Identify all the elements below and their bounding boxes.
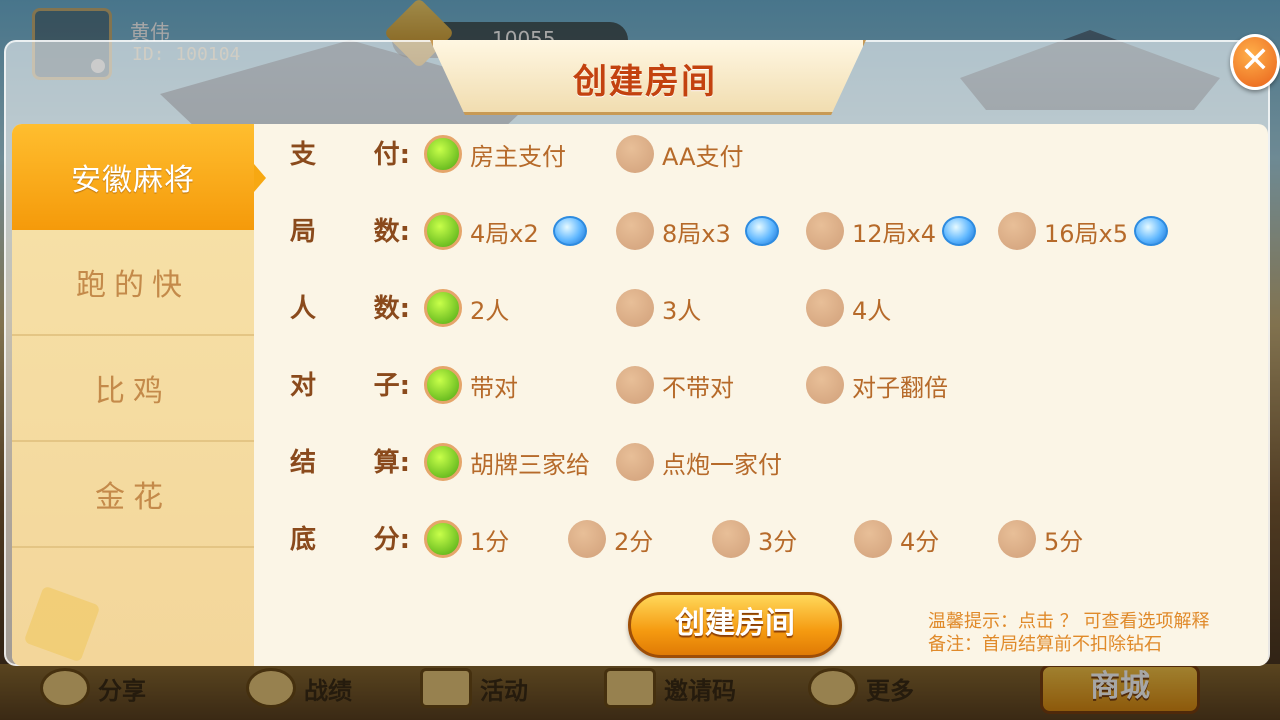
diamond-icon	[942, 216, 977, 246]
option-radio[interactable]: AA支付	[616, 132, 744, 176]
radio-selected	[424, 135, 462, 173]
label-char: 数:	[373, 217, 410, 247]
note-line: 备注：首局结算前不扣除钻石	[928, 634, 1162, 655]
option-row-rounds: 局 数: 4局x2 8局x3 12局x4 16局x5	[254, 201, 1268, 261]
label-char: 结	[290, 448, 317, 478]
sidebar-decoration	[23, 585, 101, 663]
radio-unselected	[616, 366, 654, 404]
radio-unselected	[998, 520, 1036, 558]
option-text: AA支付	[662, 142, 744, 171]
tips-text: 温馨提示：点击 ？ 可查看选项解释 备注：首局结算前不扣除钻石	[928, 610, 1209, 656]
radio-selected	[424, 443, 462, 481]
radio-unselected	[616, 212, 654, 250]
dialog-title: 创建房间	[573, 62, 717, 102]
option-radio[interactable]: 8局x3	[616, 209, 779, 253]
option-label: 局 数:	[290, 211, 410, 248]
option-row-base-score: 底 分: 1分 2分 3分 4分 5分	[254, 509, 1268, 569]
tip-line: 温馨提示：点击 ？ 可查看选项解释	[928, 611, 1210, 632]
tab-paodekuai[interactable]: 跑的快	[12, 230, 254, 336]
option-radio[interactable]: 4局x2	[424, 209, 587, 253]
option-radio[interactable]: 3分	[712, 517, 797, 561]
diamond-icon	[744, 216, 779, 246]
option-text: 1分	[470, 527, 510, 556]
option-text: 胡牌三家给	[470, 450, 590, 479]
option-row-payment: 支 付: 房主支付 AA支付	[254, 124, 1268, 184]
radio-selected	[424, 520, 462, 558]
tab-jinhua[interactable]: 金花	[12, 442, 254, 548]
radio-unselected	[568, 520, 606, 558]
option-text: 点炮一家付	[662, 450, 782, 479]
option-label: 底 分:	[290, 519, 410, 556]
label-char: 付:	[373, 140, 410, 170]
radio-unselected	[616, 289, 654, 327]
radio-unselected	[616, 135, 654, 173]
label-char: 数:	[373, 294, 410, 324]
label-char: 分:	[373, 525, 410, 555]
dialog-panel: 安徽麻将 跑的快 比鸡 金花 支付: 房主支付 AA支付 局数: 4局x2 8局…	[12, 124, 1268, 666]
label-char: 子:	[373, 371, 410, 401]
option-row-players: 人 数: 2人 3人 4人	[254, 278, 1268, 338]
option-radio[interactable]: 2分	[568, 517, 653, 561]
tab-anhui-mahjong[interactable]: 安徽麻将	[12, 124, 266, 230]
option-text: 带对	[470, 373, 518, 402]
option-radio[interactable]: 房主支付	[424, 132, 566, 176]
option-text: 16局x5	[1044, 219, 1129, 248]
tab-biji[interactable]: 比鸡	[12, 336, 254, 442]
label-char: 对	[290, 371, 317, 401]
option-radio[interactable]: 胡牌三家给	[424, 440, 590, 484]
options-area: 支付: 房主支付 AA支付 局数: 4局x2 8局x3 12局x4 16局x5 …	[254, 124, 1268, 666]
option-radio[interactable]: 4分	[854, 517, 939, 561]
option-row-settlement: 结 算: 胡牌三家给 点炮一家付	[254, 432, 1268, 492]
radio-unselected	[854, 520, 892, 558]
radio-selected	[424, 366, 462, 404]
option-radio[interactable]: 5分	[998, 517, 1083, 561]
option-text: 5分	[1044, 527, 1084, 556]
create-room-button[interactable]: 创建房间	[628, 592, 842, 658]
option-radio[interactable]: 不带对	[616, 363, 734, 407]
radio-unselected	[806, 366, 844, 404]
close-button[interactable]: ✕	[1230, 34, 1280, 90]
radio-unselected	[806, 289, 844, 327]
option-radio[interactable]: 12局x4	[806, 209, 977, 253]
radio-unselected	[712, 520, 750, 558]
label-char: 局	[290, 217, 317, 247]
option-text: 2分	[614, 527, 654, 556]
option-text: 4局x2	[470, 219, 539, 248]
option-label: 对 子:	[290, 365, 410, 402]
game-type-sidebar: 安徽麻将 跑的快 比鸡 金花	[12, 124, 266, 666]
option-text: 4人	[852, 296, 892, 325]
option-text: 不带对	[662, 373, 734, 402]
option-radio[interactable]: 带对	[424, 363, 518, 407]
option-radio[interactable]: 4人	[806, 286, 891, 330]
option-radio[interactable]: 3人	[616, 286, 701, 330]
option-text: 4分	[900, 527, 940, 556]
option-text: 8局x3	[662, 219, 731, 248]
option-text: 3分	[758, 527, 798, 556]
option-radio[interactable]: 点炮一家付	[616, 440, 782, 484]
option-text: 2人	[470, 296, 510, 325]
option-label: 人 数:	[290, 288, 410, 325]
option-label: 支 付:	[290, 134, 410, 171]
label-char: 人	[290, 294, 317, 324]
option-radio[interactable]: 16局x5	[998, 209, 1169, 253]
radio-unselected	[998, 212, 1036, 250]
option-row-pairs: 对 子: 带对 不带对 对子翻倍	[254, 355, 1268, 415]
option-radio[interactable]: 对子翻倍	[806, 363, 948, 407]
option-radio[interactable]: 1分	[424, 517, 509, 561]
radio-unselected	[616, 443, 654, 481]
radio-unselected	[806, 212, 844, 250]
option-text: 房主支付	[470, 142, 566, 171]
diamond-icon	[552, 216, 587, 246]
label-char: 算:	[373, 448, 410, 478]
option-text: 3人	[662, 296, 702, 325]
label-char: 支	[290, 140, 317, 170]
option-text: 对子翻倍	[852, 373, 948, 402]
option-text: 12局x4	[852, 219, 937, 248]
radio-selected	[424, 289, 462, 327]
option-radio[interactable]: 2人	[424, 286, 509, 330]
radio-selected	[424, 212, 462, 250]
diamond-icon	[1134, 216, 1169, 246]
option-label: 结 算:	[290, 442, 410, 479]
label-char: 底	[290, 525, 317, 555]
